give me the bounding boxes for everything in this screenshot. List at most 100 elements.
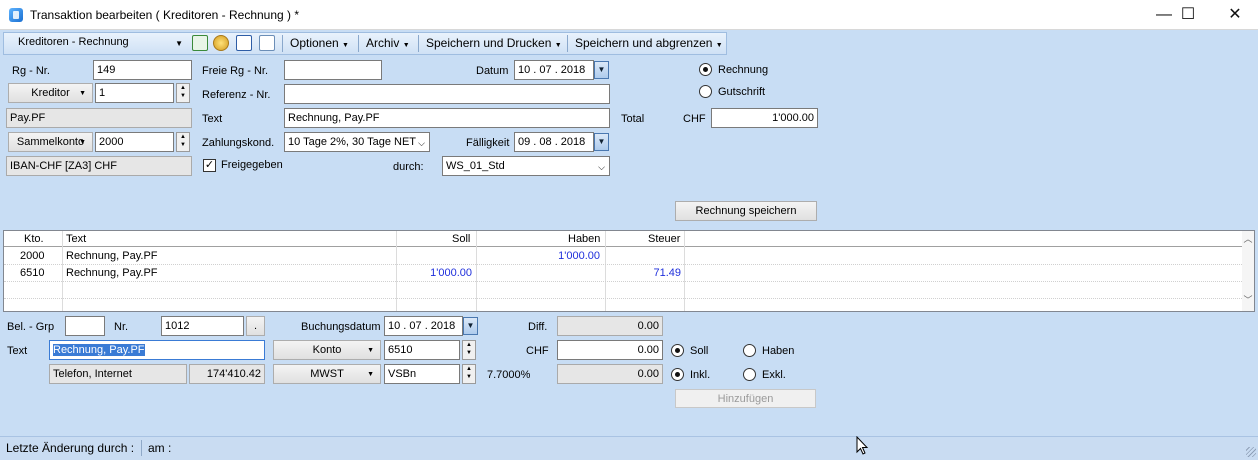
haben-radio[interactable] (743, 344, 756, 357)
total-input[interactable]: 1'000.00 (711, 108, 818, 128)
chevron-down-icon: ⌵ (598, 162, 605, 172)
konto-name-field: Telefon, Internet (49, 364, 187, 384)
column-header-steuer[interactable]: Steuer (648, 233, 680, 245)
chevron-down-icon: ⌵ (418, 138, 425, 148)
cell-text: Rechnung, Pay.PF (66, 250, 158, 262)
konto-spinner[interactable]: ▲ ▼ (462, 340, 476, 360)
konto-button[interactable]: Konto ▼ (273, 340, 381, 360)
chf-input[interactable]: 0.00 (557, 340, 663, 360)
calendar-icon[interactable]: ▼ (463, 317, 478, 335)
rechnung-speichern-button[interactable]: Rechnung speichern (675, 201, 817, 221)
mwst-input[interactable]: VSBn (384, 364, 460, 384)
referenz-input[interactable] (284, 84, 610, 104)
column-header-soll[interactable]: Soll (452, 233, 470, 245)
calendar-icon[interactable]: ▼ (594, 61, 609, 79)
soll-radio[interactable] (671, 344, 684, 357)
freigegeben-label: Freigegeben (221, 159, 283, 171)
scroll-up-icon[interactable]: ︿ (1242, 232, 1254, 245)
freie-rg-input[interactable] (284, 60, 382, 80)
split-icon[interactable] (236, 35, 252, 51)
bel-grp-input[interactable] (65, 316, 105, 336)
excel-icon[interactable] (192, 35, 208, 51)
freigegeben-checkbox[interactable]: ✓ (203, 159, 216, 172)
durch-select[interactable]: WS_01_Std ⌵ (442, 156, 610, 176)
durch-label: durch: (393, 161, 424, 173)
maximize-button[interactable]: ☐ (1165, 0, 1211, 30)
sammelkonto-spinner[interactable]: ▲ ▼ (176, 132, 190, 152)
transaction-type-label: Kreditoren - Rechnung (18, 36, 129, 48)
scroll-down-icon[interactable]: ﹀ (1242, 293, 1254, 306)
gutschrift-radio[interactable] (699, 85, 712, 98)
transaction-type-combo[interactable]: Kreditoren - Rechnung ▼ (10, 34, 186, 53)
calendar-icon[interactable]: ▼ (594, 133, 609, 151)
menu-optionen[interactable]: Optionen ▼ (290, 36, 349, 50)
buchungsdatum-input[interactable]: 10 . 07 . 2018 (384, 316, 463, 336)
kreditor-button[interactable]: Kreditor ▼ (8, 83, 93, 103)
text-input[interactable]: Rechnung, Pay.PF (284, 108, 610, 128)
cell-haben: 1'000.00 (558, 250, 600, 262)
zahlungskond-value: 10 Tage 2%, 30 Tage NET (288, 136, 417, 148)
rechnung-radio[interactable] (699, 63, 712, 76)
tax-amount-field: 0.00 (557, 364, 663, 384)
mwst-rate-label: 7.7000% (487, 369, 531, 381)
refresh-icon[interactable] (213, 35, 229, 51)
haben-radio-label: Haben (762, 345, 795, 357)
mwst-spinner[interactable]: ▲ ▼ (462, 364, 476, 384)
cell-steuer: 71.49 (653, 267, 681, 279)
nr-label: Nr. (114, 321, 129, 333)
toolbar-separator (358, 35, 359, 52)
soll-radio-label: Soll (690, 345, 709, 357)
grid-header: Kto. Text Soll Haben Steuer (4, 231, 1244, 247)
cell-kto: 6510 (20, 267, 45, 279)
table-row-empty[interactable] (4, 282, 1244, 299)
mwst-button[interactable]: MWST ▼ (273, 364, 381, 384)
buchungsdatum-label: Buchungsdatum (301, 321, 381, 333)
app-icon (9, 8, 23, 22)
menu-speichern-drucken[interactable]: Speichern und Drucken ▼ (426, 36, 562, 50)
chevron-down-icon: ▼ (79, 139, 86, 146)
menu-speichern-abgrenzen-label: Speichern und abgrenzen (575, 36, 713, 50)
menu-archiv[interactable]: Archiv ▼ (366, 36, 410, 50)
column-header-text[interactable]: Text (66, 233, 86, 245)
chevron-down-icon: ▼ (79, 90, 86, 97)
rechnung-radio-label: Rechnung (718, 64, 769, 76)
text-label: Text (202, 113, 223, 125)
chf-label: CHF (526, 345, 549, 357)
zahlungskond-select[interactable]: 10 Tage 2%, 30 Tage NET ⌵ (284, 132, 430, 152)
booking-grid[interactable]: Kto. Text Soll Haben Steuer 2000 Rechnun… (3, 230, 1255, 312)
table-row-empty[interactable] (4, 299, 1244, 316)
inkl-radio-label: Inkl. (690, 369, 711, 381)
exkl-radio[interactable] (743, 368, 756, 381)
kreditor-name-field: Pay.PF (6, 108, 192, 128)
sammelkonto-input[interactable]: 2000 (95, 132, 174, 152)
diff-field: 0.00 (557, 316, 663, 336)
hinzufuegen-button[interactable]: Hinzufügen (675, 389, 816, 408)
nr-lookup-button[interactable]: . (246, 316, 265, 336)
kreditor-spinner[interactable]: ▲ ▼ (176, 83, 190, 103)
column-header-haben[interactable]: Haben (568, 233, 600, 245)
inkl-radio[interactable] (671, 368, 684, 381)
referenz-label: Referenz - Nr. (202, 89, 271, 101)
sammelkonto-button[interactable]: Sammelkonto ▼ (8, 132, 93, 152)
faelligkeit-input[interactable]: 09 . 08 . 2018 (514, 132, 594, 152)
nr-input[interactable]: 1012 (161, 316, 244, 336)
close-button[interactable]: ✕ (1212, 0, 1258, 30)
grid-scrollbar[interactable]: ︿ ﹀ (1242, 231, 1254, 311)
cell-kto: 2000 (20, 250, 45, 262)
bel-grp-label: Bel. - Grp (7, 321, 55, 333)
menu-speichern-abgrenzen[interactable]: Speichern und abgrenzen ▼ (575, 36, 723, 50)
table-row[interactable]: 2000 Rechnung, Pay.PF 1'000.00 (4, 248, 1244, 265)
resize-grip-icon[interactable] (1246, 447, 1256, 457)
document-icon[interactable] (259, 35, 275, 51)
entry-text-input[interactable]: Rechnung, Pay.PF (49, 340, 265, 360)
mouse-cursor-icon (856, 436, 869, 455)
kreditor-button-label: Kreditor (31, 87, 70, 99)
kreditor-nr-input[interactable]: 1 (95, 83, 174, 103)
currency-label: CHF (683, 113, 706, 125)
datum-input[interactable]: 10 . 07 . 2018 (514, 60, 594, 80)
table-row[interactable]: 6510 Rechnung, Pay.PF 1'000.00 71.49 (4, 265, 1244, 282)
column-header-kto[interactable]: Kto. (24, 233, 44, 245)
konto-saldo-field: 174'410.42 (189, 364, 265, 384)
rg-nr-input[interactable]: 149 (93, 60, 192, 80)
konto-input[interactable]: 6510 (384, 340, 460, 360)
